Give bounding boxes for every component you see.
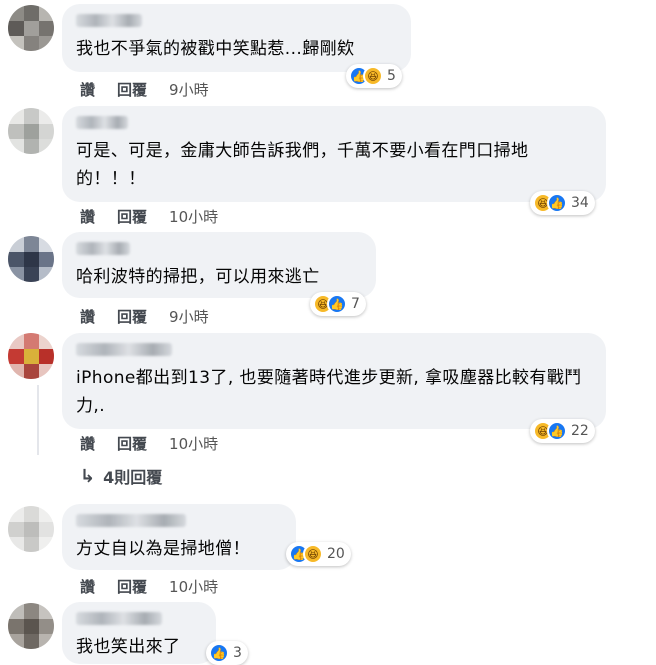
comment-actions: 讚 回覆 9小時 bbox=[80, 79, 209, 100]
comment-text: 可是、可是，金庸大師告訴我們，千萬不要小看在門口掃地的！！！ bbox=[76, 141, 529, 189]
comment-text: iPhone都出到13了, 也要隨著時代進步更新, 拿吸塵器比較有戰鬥力,. bbox=[76, 368, 582, 416]
reaction-count: 20 bbox=[327, 546, 345, 562]
like-button[interactable]: 讚 bbox=[80, 306, 95, 327]
avatar[interactable] bbox=[8, 603, 54, 649]
reaction-summary[interactable]: 👍 😆 20 bbox=[286, 542, 351, 566]
comment-bubble: 可是、可是，金庸大師告訴我們，千萬不要小看在門口掃地的！！！ bbox=[62, 106, 606, 202]
like-button[interactable]: 讚 bbox=[80, 576, 95, 597]
reaction-count: 34 bbox=[571, 195, 589, 211]
comment-actions: 讚 回覆 10小時 bbox=[80, 576, 218, 597]
author-name[interactable] bbox=[76, 343, 172, 356]
author-name[interactable] bbox=[76, 612, 162, 625]
avatar[interactable] bbox=[8, 236, 54, 282]
reply-arrow-icon: ↳ bbox=[80, 465, 96, 487]
comment-bubble: iPhone都出到13了, 也要隨著時代進步更新, 拿吸塵器比較有戰鬥力,. bbox=[62, 333, 606, 429]
reaction-summary[interactable]: 😆 👍 22 bbox=[530, 419, 595, 443]
avatar[interactable] bbox=[8, 333, 54, 379]
timestamp[interactable]: 9小時 bbox=[169, 306, 209, 327]
comment-actions: 讚 回覆 10小時 bbox=[80, 206, 218, 227]
like-icon: 👍 bbox=[547, 421, 567, 441]
comment-actions: 讚 回覆 10小時 bbox=[80, 433, 218, 454]
view-replies-link[interactable]: ↳ 4則回覆 bbox=[80, 464, 162, 488]
comment-actions: 讚 回覆 9小時 bbox=[80, 306, 209, 327]
haha-icon: 😆 bbox=[303, 544, 323, 564]
comment-bubble: 我也不爭氣的被戳中笑點惹...歸剛欸 bbox=[62, 4, 411, 72]
author-name[interactable] bbox=[76, 14, 142, 27]
reaction-count: 5 bbox=[387, 68, 396, 84]
comment-text: 哈利波特的掃把，可以用來逃亡 bbox=[76, 267, 320, 287]
reaction-summary[interactable]: 👍 😆 5 bbox=[346, 64, 402, 88]
timestamp[interactable]: 10小時 bbox=[169, 433, 218, 454]
timestamp[interactable]: 10小時 bbox=[169, 576, 218, 597]
view-replies-label: 4則回覆 bbox=[103, 468, 163, 487]
avatar[interactable] bbox=[8, 108, 54, 154]
avatar[interactable] bbox=[8, 506, 54, 552]
comment-text: 方丈自以為是掃地僧！ bbox=[76, 539, 250, 559]
like-icon: 👍 bbox=[209, 643, 229, 663]
author-name[interactable] bbox=[76, 242, 130, 255]
like-icon: 👍 bbox=[547, 193, 567, 213]
reply-button[interactable]: 回覆 bbox=[117, 79, 147, 100]
thread-line bbox=[37, 385, 39, 455]
avatar[interactable] bbox=[8, 5, 54, 51]
like-button[interactable]: 讚 bbox=[80, 79, 95, 100]
comment-bubble: 哈利波特的掃把，可以用來逃亡 bbox=[62, 232, 376, 298]
reply-button[interactable]: 回覆 bbox=[117, 206, 147, 227]
author-name[interactable] bbox=[76, 116, 128, 129]
haha-icon: 😆 bbox=[363, 66, 383, 86]
reaction-count: 3 bbox=[233, 645, 242, 661]
reply-button[interactable]: 回覆 bbox=[117, 306, 147, 327]
reply-button[interactable]: 回覆 bbox=[117, 433, 147, 454]
timestamp[interactable]: 9小時 bbox=[169, 79, 209, 100]
reaction-count: 7 bbox=[351, 296, 360, 312]
author-name[interactable] bbox=[76, 514, 186, 527]
reaction-summary[interactable]: 👍 3 bbox=[206, 641, 248, 665]
like-button[interactable]: 讚 bbox=[80, 433, 95, 454]
comment-bubble: 我也笑出來了 bbox=[62, 602, 216, 664]
reply-button[interactable]: 回覆 bbox=[117, 576, 147, 597]
like-icon: 👍 bbox=[327, 294, 347, 314]
comment-text: 我也笑出來了 bbox=[76, 637, 181, 657]
comment-text: 我也不爭氣的被戳中笑點惹...歸剛欸 bbox=[76, 39, 355, 59]
reaction-summary[interactable]: 😆 👍 7 bbox=[310, 292, 366, 316]
reaction-summary[interactable]: 😆 👍 34 bbox=[530, 191, 595, 215]
comment-bubble: 方丈自以為是掃地僧！ bbox=[62, 504, 296, 570]
reaction-count: 22 bbox=[571, 423, 589, 439]
like-button[interactable]: 讚 bbox=[80, 206, 95, 227]
timestamp[interactable]: 10小時 bbox=[169, 206, 218, 227]
